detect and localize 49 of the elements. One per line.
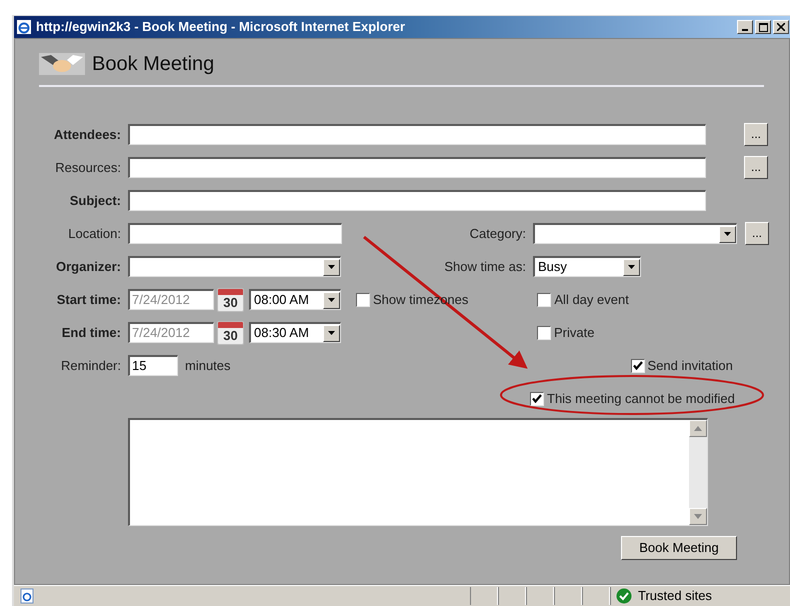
check-circle-icon <box>616 588 632 604</box>
field-label: Attendees: <box>54 126 121 144</box>
unit-label: minutes <box>185 356 231 375</box>
checkbox-label: This meeting cannot be modified <box>547 390 735 408</box>
text-field[interactable] <box>128 190 706 211</box>
dropdown[interactable] <box>533 223 737 244</box>
checkbox[interactable] <box>537 292 552 306</box>
field-label: Subject: <box>70 192 121 210</box>
field-label: Category: <box>470 224 526 243</box>
calendar-button[interactable]: 30 <box>217 288 244 312</box>
text-field[interactable] <box>128 157 706 178</box>
dropdown[interactable] <box>128 256 341 277</box>
text-field[interactable] <box>128 223 342 244</box>
security-zone: Trusted sites <box>638 587 712 606</box>
checkbox-label: Send invitation <box>648 356 733 375</box>
browse-button[interactable]: ... <box>744 156 768 179</box>
text-field[interactable]: 15 <box>128 355 178 376</box>
field-label: Show time as: <box>444 258 526 276</box>
checkbox-label: Private <box>554 324 594 342</box>
window-title: http://egwin2k3 - Book Meeting - Microsoft Internet Explorer <box>36 18 406 36</box>
checkbox[interactable] <box>356 292 370 306</box>
dropdown[interactable]: 08:00 AM <box>249 289 341 310</box>
page-icon <box>19 588 35 604</box>
dropdown[interactable]: 08:30 AM <box>249 322 341 343</box>
browse-button[interactable]: ... <box>745 222 769 245</box>
close-icon <box>777 23 785 31</box>
field-label: End time: <box>62 324 121 342</box>
browser-icon <box>16 19 32 35</box>
browse-button[interactable]: ... <box>744 123 768 146</box>
minimize-button[interactable] <box>737 20 753 34</box>
text-field[interactable] <box>128 124 706 145</box>
checkbox-label: All day event <box>554 290 629 309</box>
field-label: Location: <box>68 224 121 243</box>
maximize-button[interactable] <box>755 20 771 34</box>
checkbox[interactable] <box>630 358 645 372</box>
notes-field[interactable] <box>128 418 708 526</box>
field-label: Resources: <box>55 158 121 177</box>
handshake-icon <box>39 53 85 75</box>
book-meeting-button[interactable]: Book Meeting <box>621 536 737 560</box>
field-label: Reminder: <box>61 356 121 375</box>
dropdown[interactable]: Busy <box>533 256 641 277</box>
close-button[interactable] <box>773 20 789 34</box>
field-label: Start time: <box>56 290 121 309</box>
page-heading: Book Meeting <box>92 52 214 77</box>
maximize-icon <box>758 22 768 32</box>
field-label: Organizer: <box>56 258 121 276</box>
checkbox[interactable] <box>537 326 551 340</box>
calendar-button[interactable]: 30 <box>217 320 244 344</box>
checkbox[interactable] <box>530 392 544 406</box>
